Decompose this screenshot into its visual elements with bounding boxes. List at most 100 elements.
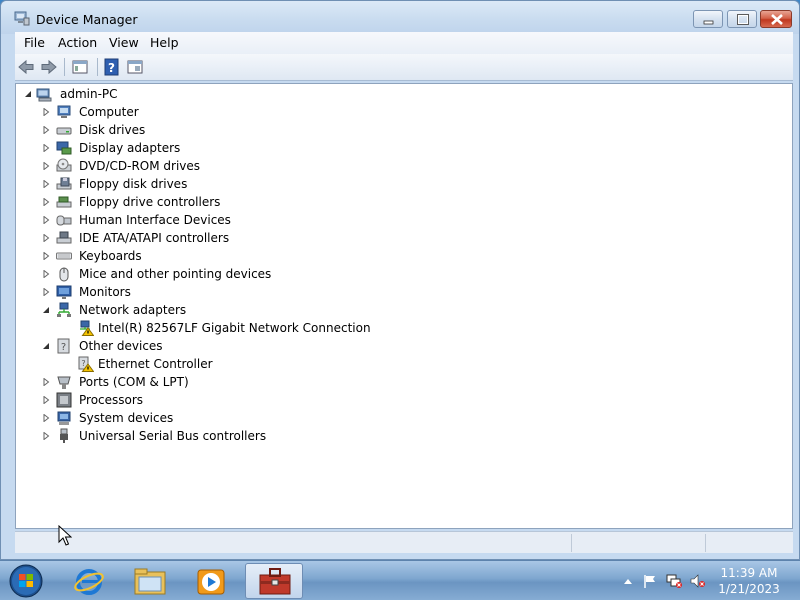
- tree-category[interactable]: Floppy drive controllers: [42, 193, 342, 211]
- close-button[interactable]: [760, 10, 792, 28]
- volume-muted-icon[interactable]: [690, 574, 706, 588]
- network-adapter-icon: [57, 302, 71, 317]
- taskbar-device-manager[interactable]: [245, 563, 303, 599]
- minimize-icon: [703, 20, 714, 25]
- dvd-drive-icon: [56, 158, 72, 172]
- collapse-arrow-icon[interactable]: [42, 342, 50, 350]
- toolbar-separator: [97, 58, 98, 76]
- device-manager-icon: [14, 11, 30, 26]
- minimize-button[interactable]: [693, 10, 723, 28]
- tree-category[interactable]: Human Interface Devices: [42, 211, 342, 229]
- expand-arrow-icon[interactable]: [42, 414, 50, 422]
- collapse-arrow-icon[interactable]: [24, 90, 32, 98]
- menu-help[interactable]: Help: [150, 35, 179, 50]
- category-label: DVD/CD-ROM drives: [79, 159, 201, 173]
- action-center-flag-icon[interactable]: [642, 574, 658, 588]
- tree-category[interactable]: DVD/CD-ROM drives: [42, 157, 342, 175]
- svg-text:?: ?: [81, 359, 85, 368]
- port-icon: [57, 376, 71, 389]
- expand-arrow-icon[interactable]: [42, 144, 50, 152]
- expand-arrow-icon[interactable]: [42, 180, 50, 188]
- expand-arrow-icon[interactable]: [42, 162, 50, 170]
- tree-category[interactable]: Display adapters: [42, 139, 342, 157]
- taskbar-media-player[interactable]: [182, 563, 240, 599]
- device-manager-task-icon: [259, 568, 291, 595]
- category-label: Keyboards: [79, 249, 142, 263]
- expand-arrow-icon[interactable]: [42, 252, 50, 260]
- expand-arrow-icon[interactable]: [42, 126, 50, 134]
- menu-bar: File Action View Help: [15, 32, 793, 54]
- status-bar: [15, 531, 793, 553]
- tree-device[interactable]: Intel(R) 82567LF Gigabit Network Connect…: [78, 319, 398, 337]
- category-label: Disk drives: [79, 123, 146, 137]
- properties-icon[interactable]: [126, 58, 144, 76]
- device-manager-window: Device Manager File Action View Help ? a…: [0, 0, 800, 560]
- network-icon[interactable]: [666, 574, 682, 588]
- taskbar: 11:39 AM 1/21/2023: [0, 560, 800, 600]
- device-tree[interactable]: admin-PC Computer Disk drives Display ad…: [15, 83, 793, 529]
- expand-arrow-icon[interactable]: [42, 234, 50, 242]
- tree-category[interactable]: System devices: [42, 409, 342, 427]
- tree-category[interactable]: Monitors: [42, 283, 342, 301]
- category-label: Computer: [79, 105, 139, 119]
- expand-arrow-icon[interactable]: [42, 216, 50, 224]
- category-label: Floppy drive controllers: [79, 195, 221, 209]
- tree-device[interactable]: ? Ethernet Controller: [78, 355, 398, 373]
- internet-explorer-icon: [74, 569, 104, 595]
- show-hide-tree-icon[interactable]: [71, 58, 89, 76]
- tree-category[interactable]: Mice and other pointing devices: [42, 265, 342, 283]
- close-icon: [771, 14, 783, 25]
- window-title: Device Manager: [36, 12, 138, 27]
- tree-root[interactable]: admin-PC: [24, 85, 224, 103]
- collapse-arrow-icon[interactable]: [42, 306, 50, 314]
- tree-category[interactable]: Universal Serial Bus controllers: [42, 427, 342, 445]
- clock[interactable]: 11:39 AM 1/21/2023: [712, 565, 786, 597]
- expand-arrow-icon[interactable]: [42, 270, 50, 278]
- toolbar: ?: [15, 54, 793, 81]
- tree-category[interactable]: Keyboards: [42, 247, 342, 265]
- taskbar-ie[interactable]: [60, 563, 118, 599]
- tree-category[interactable]: Computer: [42, 103, 342, 121]
- expand-arrow-icon[interactable]: [42, 378, 50, 386]
- network-warning-icon: [80, 320, 94, 336]
- help-icon[interactable]: ?: [103, 58, 121, 76]
- back-icon[interactable]: [17, 58, 35, 76]
- unknown-device-icon: ?: [57, 338, 70, 354]
- expand-arrow-icon[interactable]: [42, 288, 50, 296]
- status-cell: [571, 534, 705, 552]
- media-player-icon: [197, 569, 225, 595]
- floppy-drive-icon: [56, 177, 72, 190]
- title-bar[interactable]: Device Manager: [1, 1, 799, 34]
- tree-category[interactable]: ? Other devices: [42, 337, 342, 355]
- menu-action[interactable]: Action: [58, 35, 97, 50]
- expand-arrow-icon[interactable]: [42, 396, 50, 404]
- menu-file[interactable]: File: [24, 35, 45, 50]
- expand-arrow-icon[interactable]: [42, 198, 50, 206]
- svg-text:?: ?: [61, 342, 66, 353]
- forward-icon[interactable]: [40, 58, 58, 76]
- maximize-button[interactable]: [727, 10, 757, 28]
- windows-explorer-icon: [134, 568, 166, 595]
- ide-controller-icon: [56, 231, 72, 244]
- toolbar-separator: [64, 58, 65, 76]
- category-label: Mice and other pointing devices: [79, 267, 272, 281]
- monitor-icon: [56, 285, 72, 299]
- tree-category[interactable]: Ports (COM & LPT): [42, 373, 342, 391]
- system-device-icon: [57, 411, 71, 425]
- taskbar-explorer[interactable]: [121, 563, 179, 599]
- mouse-icon: [59, 267, 69, 282]
- tree-category[interactable]: Floppy disk drives: [42, 175, 342, 193]
- tree-category[interactable]: Disk drives: [42, 121, 342, 139]
- root-label: admin-PC: [60, 87, 118, 101]
- category-label: Display adapters: [79, 141, 181, 155]
- tree-category[interactable]: Network adapters: [42, 301, 342, 319]
- clock-date: 1/21/2023: [718, 582, 780, 596]
- menu-view[interactable]: View: [109, 35, 139, 50]
- expand-arrow-icon[interactable]: [42, 108, 50, 116]
- tree-category[interactable]: IDE ATA/ATAPI controllers: [42, 229, 342, 247]
- show-hidden-icons-icon[interactable]: [620, 574, 636, 588]
- category-label: Other devices: [79, 339, 163, 353]
- tree-category[interactable]: Processors: [42, 391, 342, 409]
- expand-arrow-icon[interactable]: [42, 432, 50, 440]
- start-orb-icon[interactable]: [6, 563, 46, 599]
